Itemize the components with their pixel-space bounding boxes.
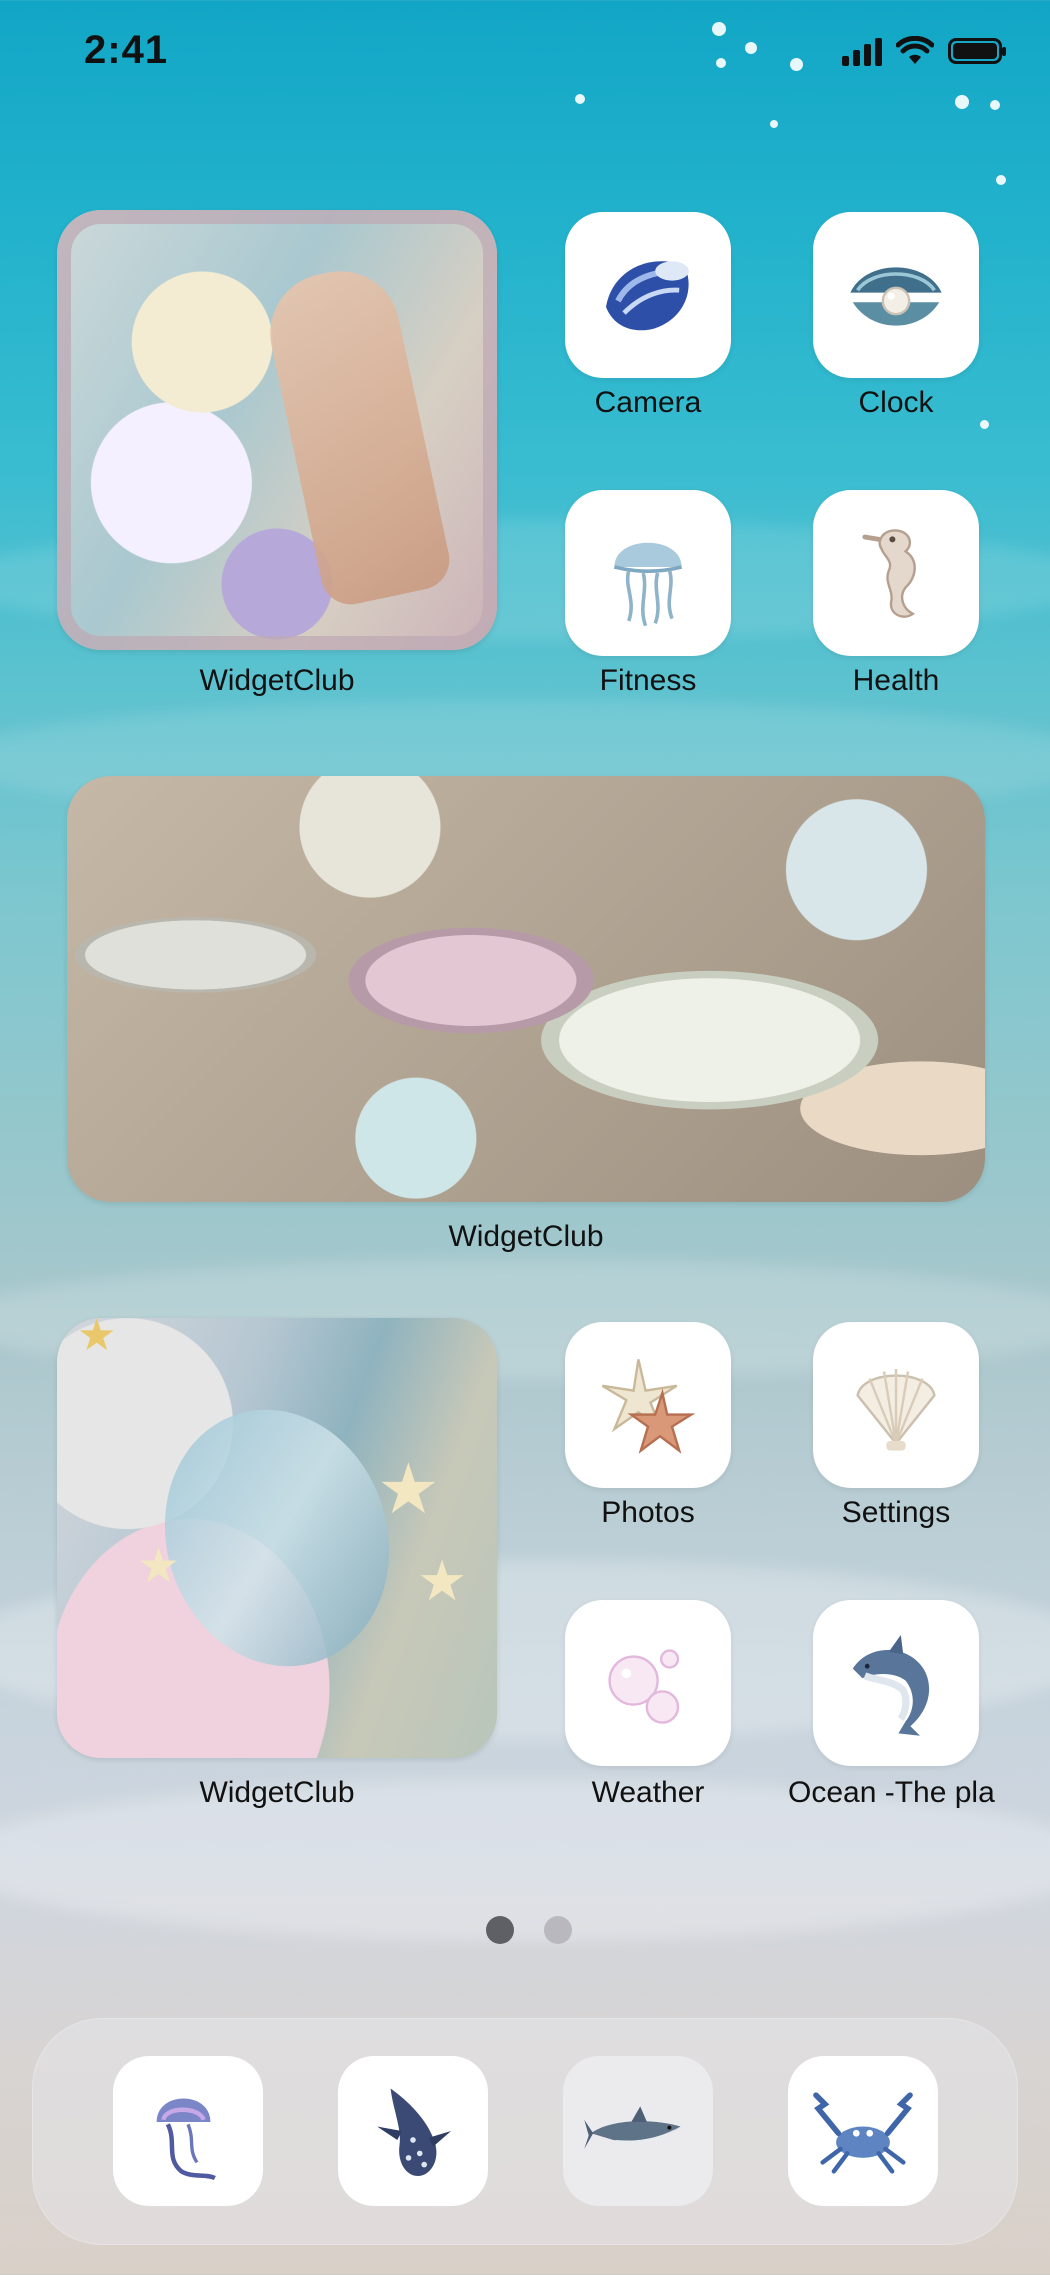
shark-icon [584,2106,681,2149]
widget-label: WidgetClub [448,1220,604,1253]
app-photos[interactable] [565,1322,731,1488]
app-fitness[interactable] [565,490,731,656]
status-time: 2:41 [84,28,169,72]
sparkle [980,420,989,429]
cellular-signal-icon [842,36,882,66]
sparkle [990,100,1000,110]
dock-app-jellyfish[interactable] [113,2056,263,2206]
app-settings[interactable] [813,1322,979,1488]
dock-app-shark[interactable] [563,2056,713,2206]
sparkle [745,42,757,54]
app-camera[interactable] [565,212,731,378]
shell-icon [606,261,689,331]
app-label-settings: Settings [841,1496,951,1529]
sparkle [770,120,778,128]
pearl-oyster-icon [850,267,942,326]
widget-label: WidgetClub [199,664,355,697]
app-label-weather: Weather [591,1776,705,1809]
app-label-camera: Camera [594,386,702,419]
star-decoration: ★ [137,1540,181,1593]
widget-moon-shell[interactable]: ★ ★ ★ ★ [57,1318,497,1758]
dock-app-whale-shark[interactable] [338,2056,488,2206]
app-weather[interactable] [565,1600,731,1766]
whale-shark-icon [377,2088,452,2177]
dock-app-crab[interactable] [788,2056,938,2206]
app-label-fitness: Fitness [599,664,697,697]
sparkle [996,175,1006,185]
starfish-icon [601,1359,696,1454]
tv-frame [57,210,497,650]
app-label-ocean: Ocean -The pla [788,1776,995,1809]
sparkle [712,22,726,36]
star-decoration: ★ [417,1549,468,1612]
page-dot-active[interactable] [486,1916,514,1944]
star-decoration: ★ [377,1450,440,1528]
app-ocean[interactable] [813,1600,979,1766]
app-label-health: Health [852,664,940,697]
widget-tv-shells[interactable] [57,210,497,650]
status-icons [842,36,1006,66]
sparkle [716,58,726,68]
seahorse-icon [862,529,916,618]
widget-label: WidgetClub [199,1776,355,1809]
app-health[interactable] [813,490,979,656]
sparkle [575,94,585,104]
crab-icon [813,2092,913,2174]
sparkle [790,58,803,71]
dolphin-icon [852,1635,930,1736]
app-label-photos: Photos [601,1496,695,1529]
page-dot[interactable] [544,1916,572,1944]
bubbles-icon [608,1649,680,1724]
scallop-shell-icon [856,1369,936,1451]
jellyfish-icon [613,542,683,627]
app-clock[interactable] [813,212,979,378]
widget-seashells[interactable] [67,776,985,1202]
battery-icon [948,38,1006,64]
jellyfish-icon [156,2098,216,2181]
sparkle [955,95,969,109]
star-decoration: ★ [77,1318,117,1360]
wifi-icon [896,36,934,64]
app-label-clock: Clock [858,386,934,419]
